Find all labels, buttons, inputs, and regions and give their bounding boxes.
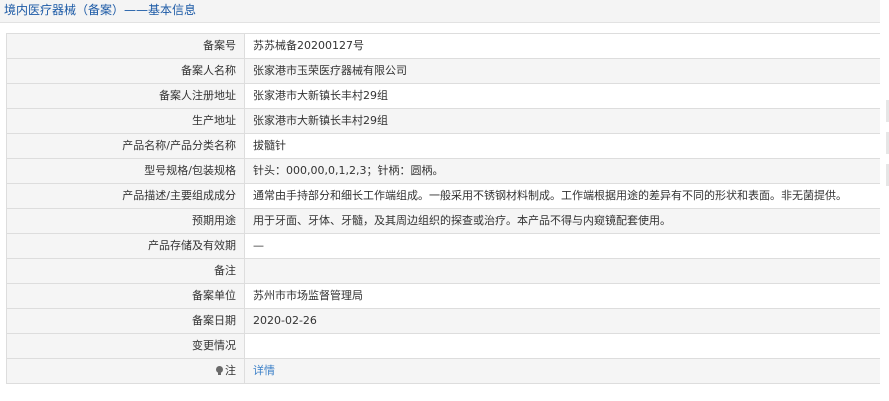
- field-label: 预期用途: [6, 208, 245, 234]
- field-label: 变更情况: [6, 333, 245, 359]
- field-label: 产品名称/产品分类名称: [6, 133, 245, 159]
- note-label-cell: 注: [6, 358, 245, 384]
- field-value: 张家港市玉荣医疗器械有限公司: [244, 58, 881, 84]
- field-value: [244, 258, 881, 284]
- field-label: 产品描述/主要组成成分: [6, 183, 245, 209]
- field-value: 用于牙面、牙体、牙髓，及其周边组织的探查或治疗。本产品不得与内窥镜配套使用。: [244, 208, 881, 234]
- table-row: 产品存储及有效期 —: [6, 233, 881, 259]
- field-value: 拔髓针: [244, 133, 881, 159]
- table-row: 备案人名称 张家港市玉荣医疗器械有限公司: [6, 58, 881, 84]
- field-label: 备注: [6, 258, 245, 284]
- table-row: 备案单位 苏州市市场监督管理局: [6, 283, 881, 309]
- field-value: 张家港市大新镇长丰村29组: [244, 108, 881, 134]
- field-value: —: [244, 233, 881, 259]
- table-row: 注 详情: [6, 358, 881, 384]
- field-label: 备案单位: [6, 283, 245, 309]
- table-row: 预期用途 用于牙面、牙体、牙髓，及其周边组织的探查或治疗。本产品不得与内窥镜配套…: [6, 208, 881, 234]
- table-row: 变更情况: [6, 333, 881, 359]
- page-title: 境内医疗器械（备案）——基本信息: [4, 3, 197, 17]
- field-value: 张家港市大新镇长丰村29组: [244, 83, 881, 109]
- title-bar: 境内医疗器械（备案）——基本信息: [0, 0, 880, 23]
- field-label: 型号规格/包装规格: [6, 158, 245, 184]
- lightbulb-icon: [216, 366, 223, 375]
- field-label: 注: [225, 364, 236, 377]
- note-value-cell: 详情: [244, 358, 881, 384]
- field-label: 生产地址: [6, 108, 245, 134]
- table-row: 产品描述/主要组成成分 通常由手持部分和细长工作端组成。一般采用不锈钢材料制成。…: [6, 183, 881, 209]
- field-label: 备案人注册地址: [6, 83, 245, 109]
- field-value: 苏州市市场监督管理局: [244, 283, 881, 309]
- table-row: 备案人注册地址 张家港市大新镇长丰村29组: [6, 83, 881, 109]
- record-detail-page: 境内医疗器械（备案）——基本信息 备案号 苏苏械备20200127号 备案人名称…: [0, 0, 889, 401]
- table-row: 型号规格/包装规格 针头：000,00,0,1,2,3；针柄：圆柄。: [6, 158, 881, 184]
- field-label: 备案号: [6, 33, 245, 59]
- table-row: 产品名称/产品分类名称 拔髓针: [6, 133, 881, 159]
- table-row: 备案日期 2020-02-26: [6, 308, 881, 334]
- field-label: 产品存储及有效期: [6, 233, 245, 259]
- field-label: 备案日期: [6, 308, 245, 334]
- basic-info-table: 备案号 苏苏械备20200127号 备案人名称 张家港市玉荣医疗器械有限公司 备…: [6, 33, 881, 384]
- field-value: 苏苏械备20200127号: [244, 33, 881, 59]
- field-value: [244, 333, 881, 359]
- field-value: 2020-02-26: [244, 308, 881, 334]
- field-value: 通常由手持部分和细长工作端组成。一般采用不锈钢材料制成。工作端根据用途的差异有不…: [244, 183, 881, 209]
- table-row: 生产地址 张家港市大新镇长丰村29组: [6, 108, 881, 134]
- table-row: 备案号 苏苏械备20200127号: [6, 33, 881, 59]
- table-row: 备注: [6, 258, 881, 284]
- details-link[interactable]: 详情: [253, 364, 275, 377]
- field-label: 备案人名称: [6, 58, 245, 84]
- field-value: 针头：000,00,0,1,2,3；针柄：圆柄。: [244, 158, 881, 184]
- side-scroll-strip: [880, 0, 889, 401]
